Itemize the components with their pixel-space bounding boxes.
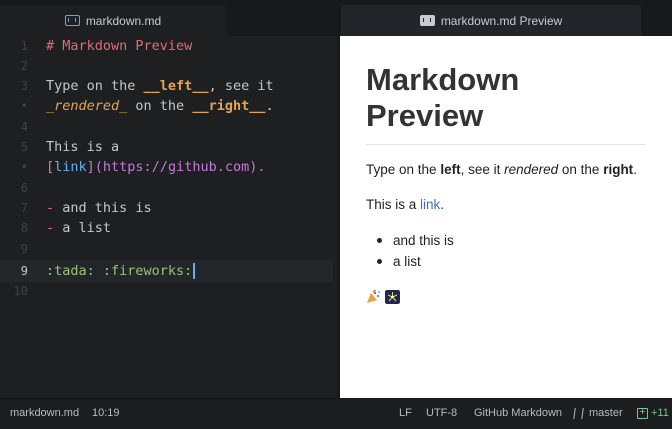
status-file-name[interactable]: markdown.md bbox=[10, 399, 79, 427]
line-number: 3 bbox=[20, 79, 28, 93]
link-text-token: link bbox=[54, 159, 87, 175]
line-number-current: 9 bbox=[20, 264, 28, 278]
list-item: and this is bbox=[366, 230, 454, 251]
line-number-gutter: 1 2 3 • 4 5 • 6 7 8 9 10 bbox=[0, 36, 40, 398]
code-line-5-wrap: [link](https://github.com). bbox=[46, 157, 337, 177]
heading-line: Preview bbox=[366, 98, 484, 133]
tab-markdown-md[interactable]: markdown.md bbox=[0, 5, 226, 36]
branch-name: master bbox=[589, 407, 623, 419]
text-token: on the bbox=[127, 98, 193, 114]
code-line-8: - a list bbox=[46, 218, 337, 238]
line-number: 2 bbox=[20, 59, 28, 73]
bold-text: right bbox=[603, 162, 634, 177]
line-number: 4 bbox=[20, 120, 28, 134]
line-number: 7 bbox=[20, 201, 28, 215]
text-token: Type on the bbox=[46, 78, 144, 94]
punct-token: ]( bbox=[86, 159, 103, 175]
text-token: , see it bbox=[208, 78, 274, 94]
status-git-diff[interactable]: +11 bbox=[637, 399, 669, 427]
text-token: . bbox=[265, 98, 274, 114]
preview-heading: Markdown Preview bbox=[366, 62, 656, 134]
code-line-5: This is a bbox=[46, 137, 337, 157]
bold-token: __right__ bbox=[192, 98, 266, 114]
text: This is a bbox=[366, 197, 421, 212]
markdown-preview-pane: Markdown Preview Type on the left, see it… bbox=[340, 36, 672, 398]
text: . bbox=[440, 197, 445, 212]
heading-rule bbox=[366, 144, 646, 145]
bold-token: __left__ bbox=[143, 78, 209, 94]
line-number: 5 bbox=[20, 140, 28, 154]
fireworks-emoji bbox=[385, 290, 400, 304]
status-bar: markdown.md 10:19 LF UTF-8 GitHub Markdo… bbox=[0, 398, 672, 429]
status-grammar[interactable]: GitHub Markdown bbox=[474, 399, 562, 427]
heading-token: # Markdown Preview bbox=[46, 38, 193, 54]
italic-text: rendered bbox=[504, 162, 559, 177]
line-number: 6 bbox=[20, 181, 28, 195]
tab-label: markdown.md Preview bbox=[440, 13, 563, 28]
line-number: 9 bbox=[20, 242, 28, 256]
punct-token: ). bbox=[249, 159, 266, 175]
editor-pane[interactable]: 1 2 3 • 4 5 • 6 7 8 9 10 9 # Markdown Pr… bbox=[0, 36, 337, 398]
italic-token: _rendered_ bbox=[46, 98, 128, 114]
status-git-branch[interactable]: master bbox=[573, 399, 623, 427]
list-item: a list bbox=[366, 251, 454, 272]
code-line-10: :tada: :fireworks: bbox=[46, 261, 337, 281]
line-number: 1 bbox=[20, 39, 28, 53]
code-line-3: Type on the __left__, see it bbox=[46, 76, 337, 96]
diff-added-icon bbox=[637, 405, 648, 419]
soft-wrap-indicator: • bbox=[20, 160, 28, 174]
status-cursor-position[interactable]: 10:19 bbox=[92, 399, 120, 427]
tab-markdown-preview[interactable]: markdown.md Preview bbox=[341, 5, 641, 36]
diff-count: +11 bbox=[651, 407, 669, 419]
text-cursor bbox=[193, 263, 195, 279]
preview-paragraph: Type on the left, see it rendered on the… bbox=[366, 162, 637, 177]
preview-paragraph: This is a link. bbox=[366, 197, 444, 212]
status-encoding[interactable]: UTF-8 bbox=[426, 399, 457, 427]
list-marker-token: - bbox=[46, 220, 63, 236]
tada-emoji bbox=[367, 290, 380, 303]
text-token: a list bbox=[62, 220, 112, 236]
bold-text: left bbox=[440, 162, 461, 177]
status-line-ending[interactable]: LF bbox=[399, 399, 412, 427]
preview-list: and this is a list bbox=[366, 230, 454, 272]
text-token: and this is bbox=[62, 200, 152, 216]
preview-link[interactable]: link bbox=[420, 197, 440, 212]
tab-bar: markdown.md markdown.md Preview bbox=[0, 0, 672, 36]
text: . bbox=[633, 162, 637, 177]
text: on the bbox=[558, 162, 604, 177]
tab-label: markdown.md bbox=[85, 13, 162, 28]
code-line-1: # Markdown Preview bbox=[46, 36, 337, 56]
markdown-icon bbox=[64, 15, 80, 26]
soft-wrap-indicator: • bbox=[20, 99, 28, 113]
emoji-code-token: :tada: :fireworks: bbox=[46, 263, 193, 279]
code-line-7: - and this is bbox=[46, 198, 337, 218]
list-marker-token: - bbox=[46, 200, 63, 216]
line-number: 8 bbox=[20, 221, 28, 235]
text: , see it bbox=[460, 162, 505, 177]
text-token: This is a bbox=[46, 139, 120, 155]
branch-icon bbox=[573, 407, 584, 419]
heading-line: Markdown bbox=[366, 62, 520, 97]
punct-token: [ bbox=[46, 159, 55, 175]
code-line-3-wrap: _rendered_ on the __right__. bbox=[46, 96, 337, 116]
text: Type on the bbox=[366, 162, 441, 177]
line-number: 10 bbox=[13, 284, 28, 298]
markdown-icon bbox=[419, 15, 435, 26]
url-token: https://github.com bbox=[102, 159, 250, 175]
